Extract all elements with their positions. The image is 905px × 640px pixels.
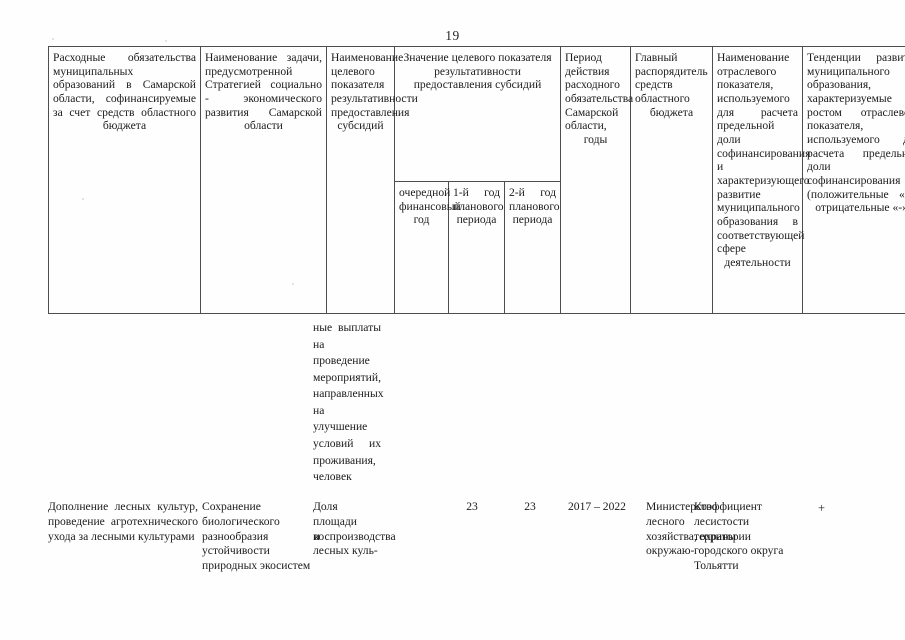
header-cell-planning-year-1: 1-й год планового периода xyxy=(448,180,505,315)
scan-speck xyxy=(52,38,54,40)
header-cell-main-administrator: Главный распорядитель средств областного… xyxy=(630,46,714,314)
cell-target-indicator: Доля площади воспроизводства лесных куль… xyxy=(313,500,396,558)
cell-sector-indicator: Коэффициент лесистости территории городс… xyxy=(694,500,784,573)
page-number: 19 xyxy=(445,28,460,43)
cell-period-years: 2017 – 2022 xyxy=(568,500,626,513)
header-cell-target-indicator: Наименование целевого показателя результ… xyxy=(326,46,418,314)
table-header: Расходные обязательства муниципальных об… xyxy=(48,46,905,315)
header-cell-development-trend: Тенденции развития муниципального образо… xyxy=(802,46,905,314)
continuation-text-target-indicator: ные выплаты на проведение мероприятий, н… xyxy=(313,321,384,484)
cell-expenditure-obligation: Дополнение лесных культур, проведение аг… xyxy=(48,500,198,543)
header-cell-strategy-task: Наименование задачи, предусмотренной Стр… xyxy=(200,46,327,314)
header-cell-expenditure-obligation: Расходные обязательства муниципальных об… xyxy=(48,46,201,314)
cell-value-planning-year-1: 23 xyxy=(466,500,478,513)
cell-value-planning-year-2: 23 xyxy=(524,500,536,513)
header-cell-planning-year-2: 2-й год планового периода xyxy=(503,180,562,315)
cell-strategy-task: Сохранение биологического разнообразия и… xyxy=(202,500,320,573)
header-cell-sector-indicator: Наименование отраслевого показателя, исп… xyxy=(712,46,810,314)
table-header-row-main: Расходные обязательства муниципальных об… xyxy=(48,46,905,314)
header-cell-current-financial-year: очередной финансовый год xyxy=(394,180,461,315)
document-page: 19 Расходные обязательства муниципальных… xyxy=(0,0,905,640)
header-cell-period: Период действия расходного обязательства… xyxy=(560,46,633,314)
scan-speck xyxy=(165,40,167,42)
header-cell-target-values-group: Значение целевого показателя результатив… xyxy=(393,46,562,182)
